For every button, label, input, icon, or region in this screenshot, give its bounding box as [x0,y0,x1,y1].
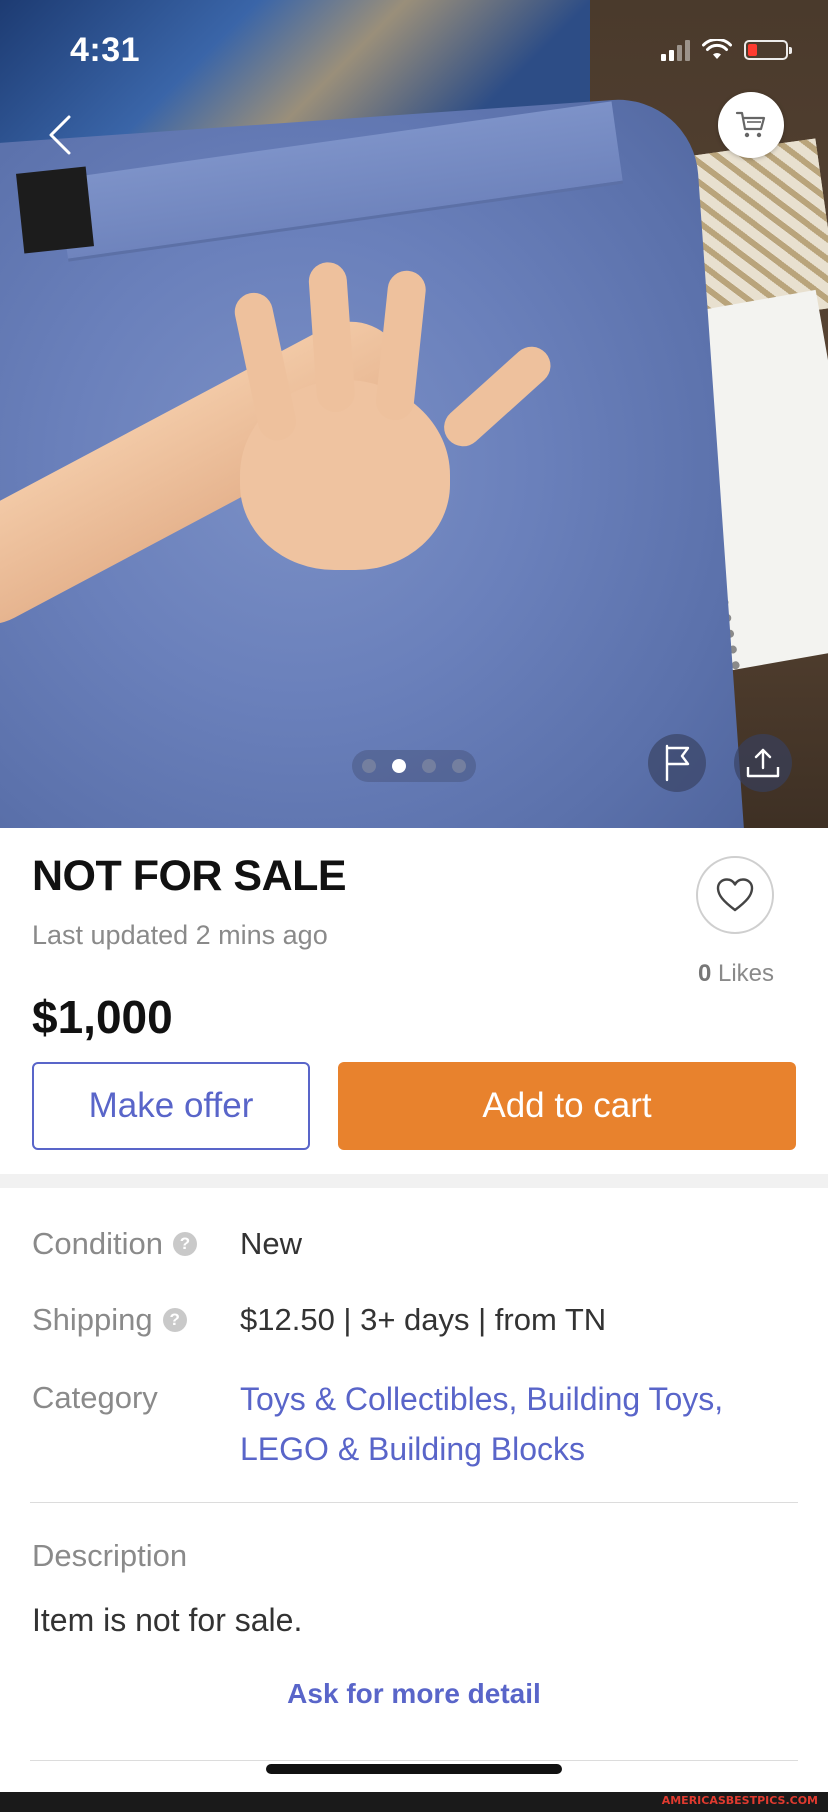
battery-level [748,44,757,56]
add-to-cart-button[interactable]: Add to cart [338,1062,796,1150]
photo-pagination[interactable] [352,750,476,782]
condition-value: New [240,1226,303,1261]
likes-count: 0 Likes [698,960,774,988]
category-label-text: Category [32,1380,158,1415]
condition-label: Condition ? [32,1226,197,1262]
likes-number: 0 [697,960,712,987]
condition-label-text: Condition [32,1226,163,1261]
description-text: Item is not for sale. [32,1602,303,1638]
cart-icon [735,111,766,138]
battery-icon [744,40,792,60]
pagination-dot[interactable] [452,759,466,773]
back-chevron-icon [49,115,71,155]
bottom-divider [30,1760,798,1761]
share-button[interactable] [734,734,792,792]
likes-label: Likes [717,960,774,987]
category-links: Toys & Collectibles, Building Toys, LEGO… [240,1374,760,1474]
help-icon[interactable]: ? [162,1308,187,1332]
status-icons [661,39,792,61]
pagination-dot[interactable] [362,759,376,773]
product-price: $1,000 [32,991,173,1043]
product-photo[interactable] [0,0,828,828]
last-updated: Last updated 2 mins ago [32,920,328,950]
watermark: AMERICASBESTPICS.COM [661,1794,818,1807]
signal-icon [661,39,690,61]
photo-clothing-tag [16,166,94,254]
category-link[interactable]: Building Toys, [526,1381,723,1417]
category-label: Category [32,1380,158,1416]
pagination-dot-active[interactable] [392,759,406,773]
heart-icon [716,878,754,912]
back-button[interactable] [30,105,90,165]
category-link[interactable]: Toys & Collectibles, [240,1381,517,1417]
details-divider [30,1502,798,1503]
wifi-icon [702,39,732,59]
flag-icon [665,744,690,782]
share-icon [746,748,780,778]
report-button[interactable] [648,734,706,792]
help-icon[interactable]: ? [172,1232,197,1256]
like-button[interactable] [696,856,774,934]
shipping-label-text: Shipping [32,1302,153,1337]
pagination-dot[interactable] [422,759,436,773]
shipping-value: $12.50 | 3+ days | from TN [240,1302,607,1337]
status-time: 4:31 [70,30,141,69]
category-link[interactable]: LEGO & Building Blocks [240,1431,585,1467]
product-title: NOT FOR SALE [32,852,347,900]
cart-button[interactable] [718,92,784,158]
section-divider [0,1174,828,1188]
home-indicator[interactable] [266,1764,562,1774]
make-offer-button[interactable]: Make offer [32,1062,310,1150]
shipping-label: Shipping ? [32,1302,187,1338]
status-bar: 4:31 [0,0,828,100]
description-label: Description [32,1538,188,1573]
ask-for-more-detail-link[interactable]: Ask for more detail [0,1678,828,1710]
